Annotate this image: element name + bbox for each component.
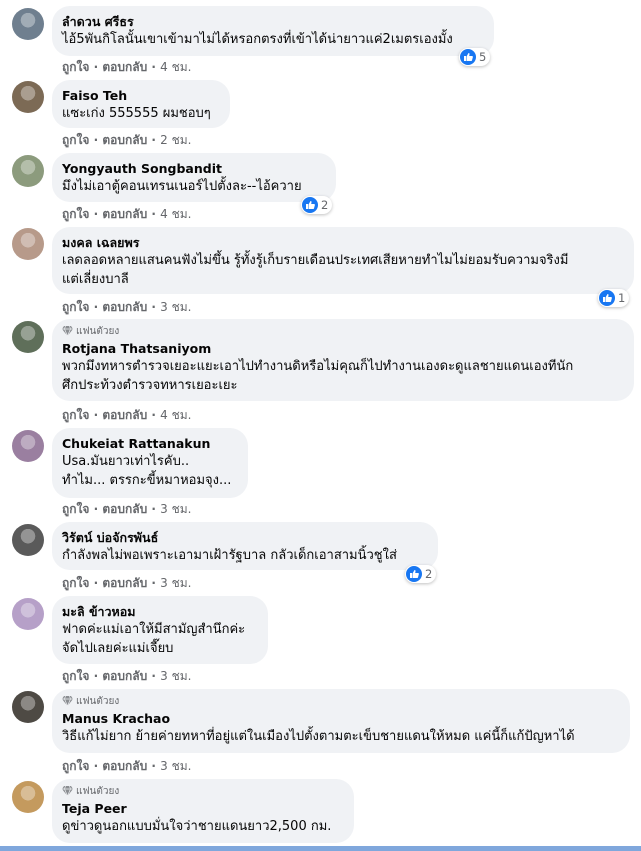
like-link[interactable]: ถูกใจ (62, 502, 89, 516)
comment-actions: ถูกใจ · ตอบกลับ · 4 ชม. (62, 60, 192, 74)
reaction-number: 5 (479, 50, 487, 64)
comment-author[interactable]: มะลิ ข้าวหอม (62, 603, 256, 620)
comment-timestamp[interactable]: 2 ชม. (160, 133, 191, 147)
diamond-icon (62, 326, 73, 336)
comment-text: ดูข่าวดูนอกแบบมั่นใจว่าชายแดนยาว2,500 กม… (62, 819, 332, 834)
comment-text: Usa.มันยาวเท่าไรคับ.. ทำไม... ตรรกะขี้หม… (62, 454, 232, 488)
comment-bubble: มงคล เฉลยพร เลดลอดหลายแสนคนฟังไม่ขึ้น รู… (52, 227, 634, 294)
comment-actions: ถูกใจ · ตอบกลับ · 2 ชม. (62, 133, 192, 147)
comment-actions: ถูกใจ · ตอบกลับ · 3 ชม. (62, 502, 192, 516)
reply-link[interactable]: ตอบกลับ (102, 60, 147, 74)
comment-timestamp[interactable]: 3 ชม. (160, 300, 191, 314)
comment-author[interactable]: วิรัตน์ บ่อจักรพันธ์ (62, 529, 426, 546)
avatar[interactable] (12, 524, 44, 556)
top-fan-badge: แฟนตัวยง (62, 324, 622, 338)
reaction-number: 2 (321, 198, 329, 212)
diamond-icon (62, 786, 73, 796)
comment-author[interactable]: Faiso Teh (62, 87, 218, 104)
badge-label: แฟนตัวยง (76, 695, 120, 707)
reply-link[interactable]: ตอบกลับ (102, 408, 147, 422)
comment-bubble: ลำดวน ศรีธร ไอ้5พันกิโลนั้นเขาเข้ามาไม่ไ… (52, 6, 494, 56)
comment-timestamp[interactable]: 3 ชม. (160, 502, 191, 516)
comment-author[interactable]: Rotjana Thatsaniyom (62, 340, 622, 357)
comment-author[interactable]: Yongyauth Songbandit (62, 160, 324, 177)
comment-timestamp[interactable]: 3 ชม. (160, 669, 191, 683)
comment-timestamp[interactable]: 3 ชม. (160, 576, 191, 590)
reply-link[interactable]: ตอบกลับ (102, 207, 147, 221)
diamond-icon (62, 696, 73, 706)
comment-bubble: มะลิ ข้าวหอม ฟาดค่ะแม่เอาให้มีสามัญสำนึก… (52, 596, 268, 664)
like-icon (302, 197, 318, 213)
like-link[interactable]: ถูกใจ (62, 408, 89, 422)
comment-bubble: Chukeiat Rattanakun Usa.มันยาวเท่าไรคับ.… (52, 428, 248, 498)
avatar[interactable] (12, 8, 44, 40)
reply-link[interactable]: ตอบกลับ (102, 300, 147, 314)
avatar[interactable] (12, 155, 44, 187)
like-icon (406, 566, 422, 582)
like-icon (460, 49, 476, 65)
like-link[interactable]: ถูกใจ (62, 133, 89, 147)
comment-text: มึงไม่เอาตู้คอนเทรนเนอร์ไปตั้งละ--ไอ้ควา… (62, 179, 302, 194)
comment-bubble: แฟนตัวยง Manus Krachao วิธีแก้ไม่ยาก ย้า… (52, 689, 630, 753)
reply-link[interactable]: ตอบกลับ (102, 759, 147, 773)
comment-author[interactable]: Teja Peer (62, 800, 342, 817)
comment-actions: ถูกใจ · ตอบกลับ · 4 ชม. (62, 207, 192, 221)
comment-bubble: Faiso Teh แซะเก่ง 555555 ผมชอบๆ (52, 80, 230, 128)
comment-actions: ถูกใจ · ตอบกลับ · 3 ชม. (62, 759, 192, 773)
reaction-number: 1 (618, 291, 626, 305)
comment-text: พวกมึงทหารตำรวจเยอะแยะเอาไปทำงานดิหรือไม… (62, 359, 574, 393)
avatar[interactable] (12, 228, 44, 260)
comment-author[interactable]: Manus Krachao (62, 710, 618, 727)
comment-actions: ถูกใจ · ตอบกลับ · 3 ชม. (62, 669, 192, 683)
avatar[interactable] (12, 691, 44, 723)
comment-timestamp[interactable]: 4 ชม. (160, 408, 191, 422)
comment-text: กำลังพลไม่พอเพราะเอามาเฝ้ารัฐบาล กลัวเด็… (62, 548, 397, 563)
like-link[interactable]: ถูกใจ (62, 669, 89, 683)
reaction-number: 2 (425, 567, 433, 581)
comment-bubble: แฟนตัวยง Teja Peer ดูข่าวดูนอกแบบมั่นใจว… (52, 779, 354, 843)
reply-link[interactable]: ตอบกลับ (102, 133, 147, 147)
avatar[interactable] (12, 81, 44, 113)
top-fan-badge: แฟนตัวยง (62, 784, 342, 798)
comment-actions: ถูกใจ · ตอบกลับ · 3 ชม. (62, 576, 192, 590)
like-link[interactable]: ถูกใจ (62, 300, 89, 314)
comment-actions: ถูกใจ · ตอบกลับ · 3 ชม. (62, 300, 192, 314)
avatar[interactable] (12, 781, 44, 813)
badge-label: แฟนตัวยง (76, 325, 120, 337)
comment-timestamp[interactable]: 4 ชม. (160, 207, 191, 221)
comment-bubble: วิรัตน์ บ่อจักรพันธ์ กำลังพลไม่พอเพราะเอ… (52, 522, 438, 570)
top-fan-badge: แฟนตัวยง (62, 694, 618, 708)
avatar[interactable] (12, 321, 44, 353)
comment-text: ไอ้5พันกิโลนั้นเขาเข้ามาไม่ได้หรอกตรงที่… (62, 32, 453, 47)
comment-timestamp[interactable]: 3 ชม. (160, 759, 191, 773)
reply-link[interactable]: ตอบกลับ (102, 669, 147, 683)
like-link[interactable]: ถูกใจ (62, 207, 89, 221)
comment-author[interactable]: มงคล เฉลยพร (62, 234, 622, 251)
reaction-count[interactable]: 1 (598, 289, 630, 307)
reaction-count[interactable]: 5 (459, 48, 491, 66)
avatar[interactable] (12, 430, 44, 462)
comment-text: วิธีแก้ไม่ยาก ย้ายค่ายทหาที่อยู่แต่ในเมื… (62, 729, 575, 744)
like-icon (599, 290, 615, 306)
comment-bubble: แฟนตัวยง Rotjana Thatsaniyom พวกมึงทหารต… (52, 319, 634, 401)
reaction-count[interactable]: 2 (301, 196, 333, 214)
comment-actions: ถูกใจ · ตอบกลับ · 4 ชม. (62, 408, 192, 422)
like-link[interactable]: ถูกใจ (62, 759, 89, 773)
like-link[interactable]: ถูกใจ (62, 576, 89, 590)
comment-author[interactable]: ลำดวน ศรีธร (62, 13, 482, 30)
comment-text: ฟาดค่ะแม่เอาให้มีสามัญสำนึกค่ะ จัดไปเลยค… (62, 622, 246, 656)
comment-author[interactable]: Chukeiat Rattanakun (62, 435, 236, 452)
comment-text: เลดลอดหลายแสนคนฟังไม่ขึ้น รู้ทั้งรู้เก็บ… (62, 253, 569, 287)
like-link[interactable]: ถูกใจ (62, 60, 89, 74)
comment-bubble: Yongyauth Songbandit มึงไม่เอาตู้คอนเทรน… (52, 153, 336, 202)
reply-link[interactable]: ตอบกลับ (102, 576, 147, 590)
reply-link[interactable]: ตอบกลับ (102, 502, 147, 516)
bottom-divider (0, 846, 641, 851)
comment-timestamp[interactable]: 4 ชม. (160, 60, 191, 74)
badge-label: แฟนตัวยง (76, 785, 120, 797)
reaction-count[interactable]: 2 (405, 565, 437, 583)
comment-text: แซะเก่ง 555555 ผมชอบๆ (62, 106, 211, 121)
avatar[interactable] (12, 598, 44, 630)
